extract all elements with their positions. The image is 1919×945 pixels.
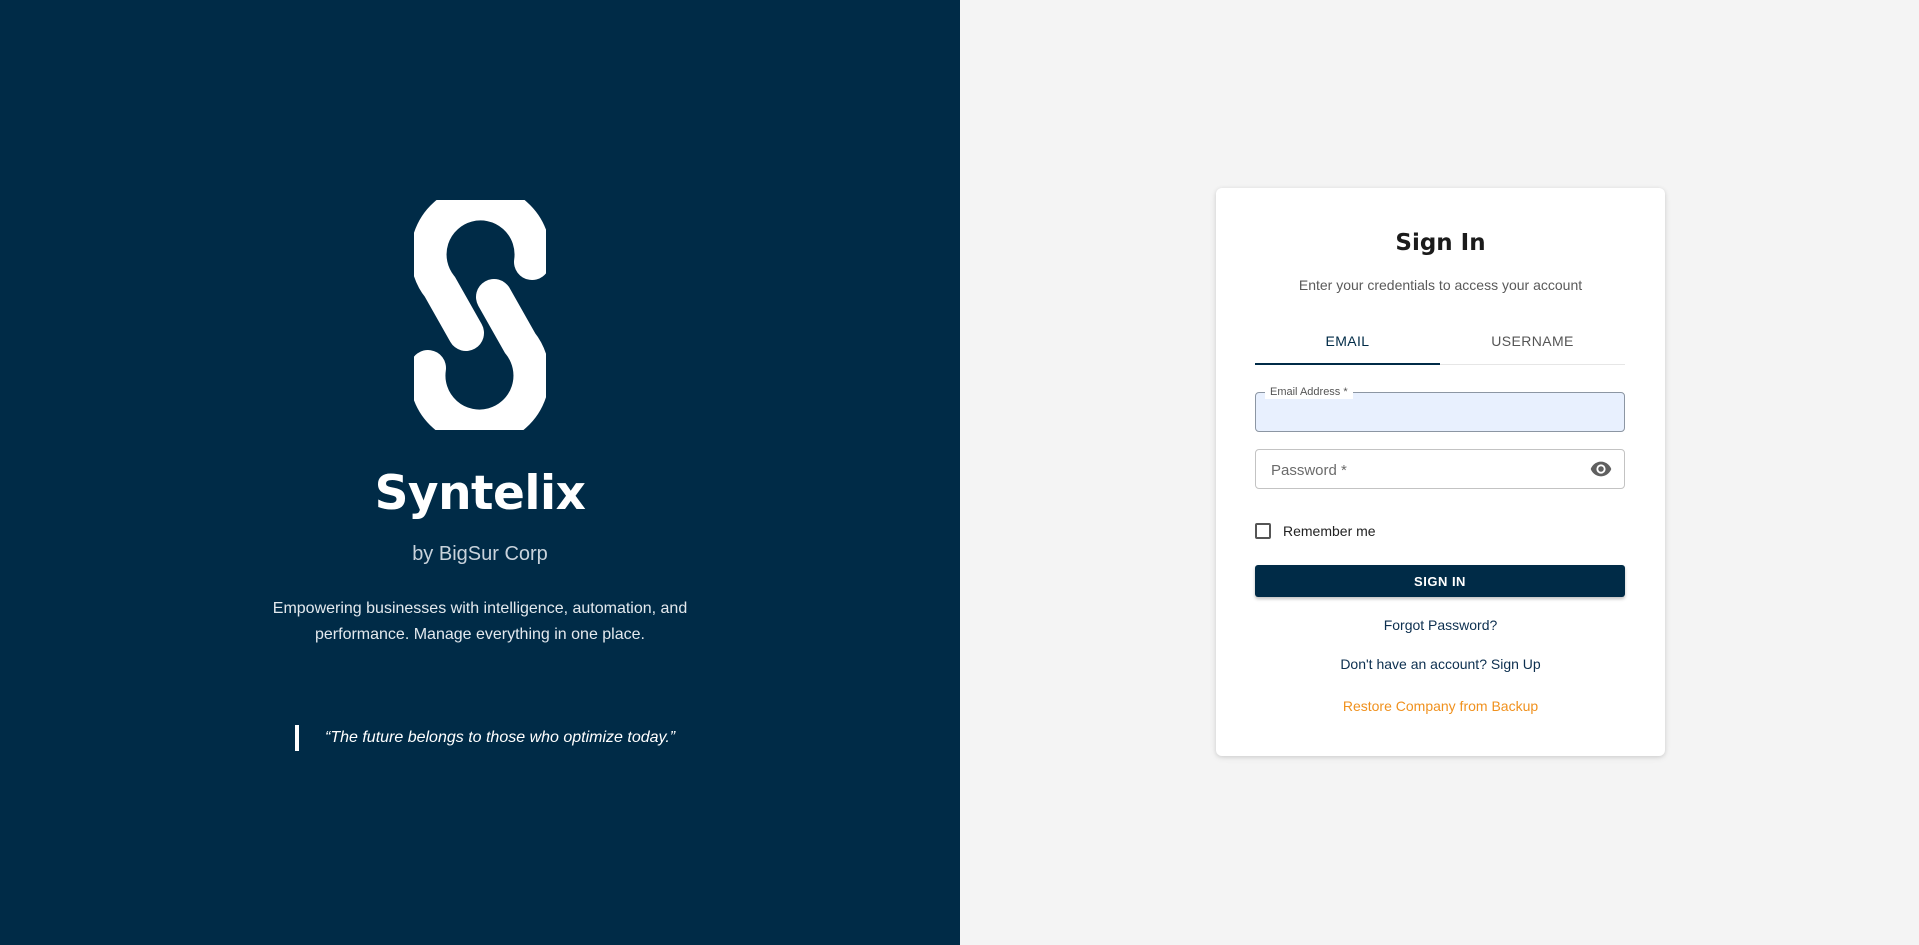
password-field [1255,449,1625,490]
forgot-password-link[interactable]: Forgot Password? [1216,617,1665,633]
remember-label: Remember me [1283,523,1376,539]
signin-subtitle: Enter your credentials to access your ac… [1298,277,1583,293]
brand-panel: Syntelix by BigSur Corp Empowering busin… [0,0,960,945]
eye-icon[interactable] [1590,460,1612,478]
tab-username[interactable]: USERNAME [1440,318,1625,364]
form-panel: Sign In Enter your credentials to access… [960,0,1919,945]
password-input[interactable] [1269,450,1573,490]
remember-me[interactable]: Remember me [1255,523,1376,539]
email-field-label: Email Address * [1265,385,1353,399]
quote-bar [295,725,299,751]
brand-quote: “The future belongs to those who optimiz… [295,725,675,751]
tab-email[interactable]: EMAIL [1255,318,1440,365]
login-method-tabs: EMAIL USERNAME [1255,318,1625,365]
signin-button[interactable]: SIGN IN [1255,565,1625,597]
email-field: Email Address * [1255,385,1625,432]
quote-text: “The future belongs to those who optimiz… [325,729,676,746]
remember-checkbox[interactable] [1255,523,1271,539]
signup-link[interactable]: Don't have an account? Sign Up [1216,656,1665,672]
restore-backup-link[interactable]: Restore Company from Backup [1216,698,1665,714]
login-page: Syntelix by BigSur Corp Empowering busin… [0,0,1919,945]
brand-description: Empowering businesses with intelligence,… [272,600,688,643]
signin-title: Sign In [1395,230,1486,256]
s-link-logo-icon [414,200,546,430]
brand-title: Syntelix [374,466,586,521]
brand-byline: by BigSur Corp [412,543,548,565]
signin-card: Sign In Enter your credentials to access… [1216,188,1665,756]
